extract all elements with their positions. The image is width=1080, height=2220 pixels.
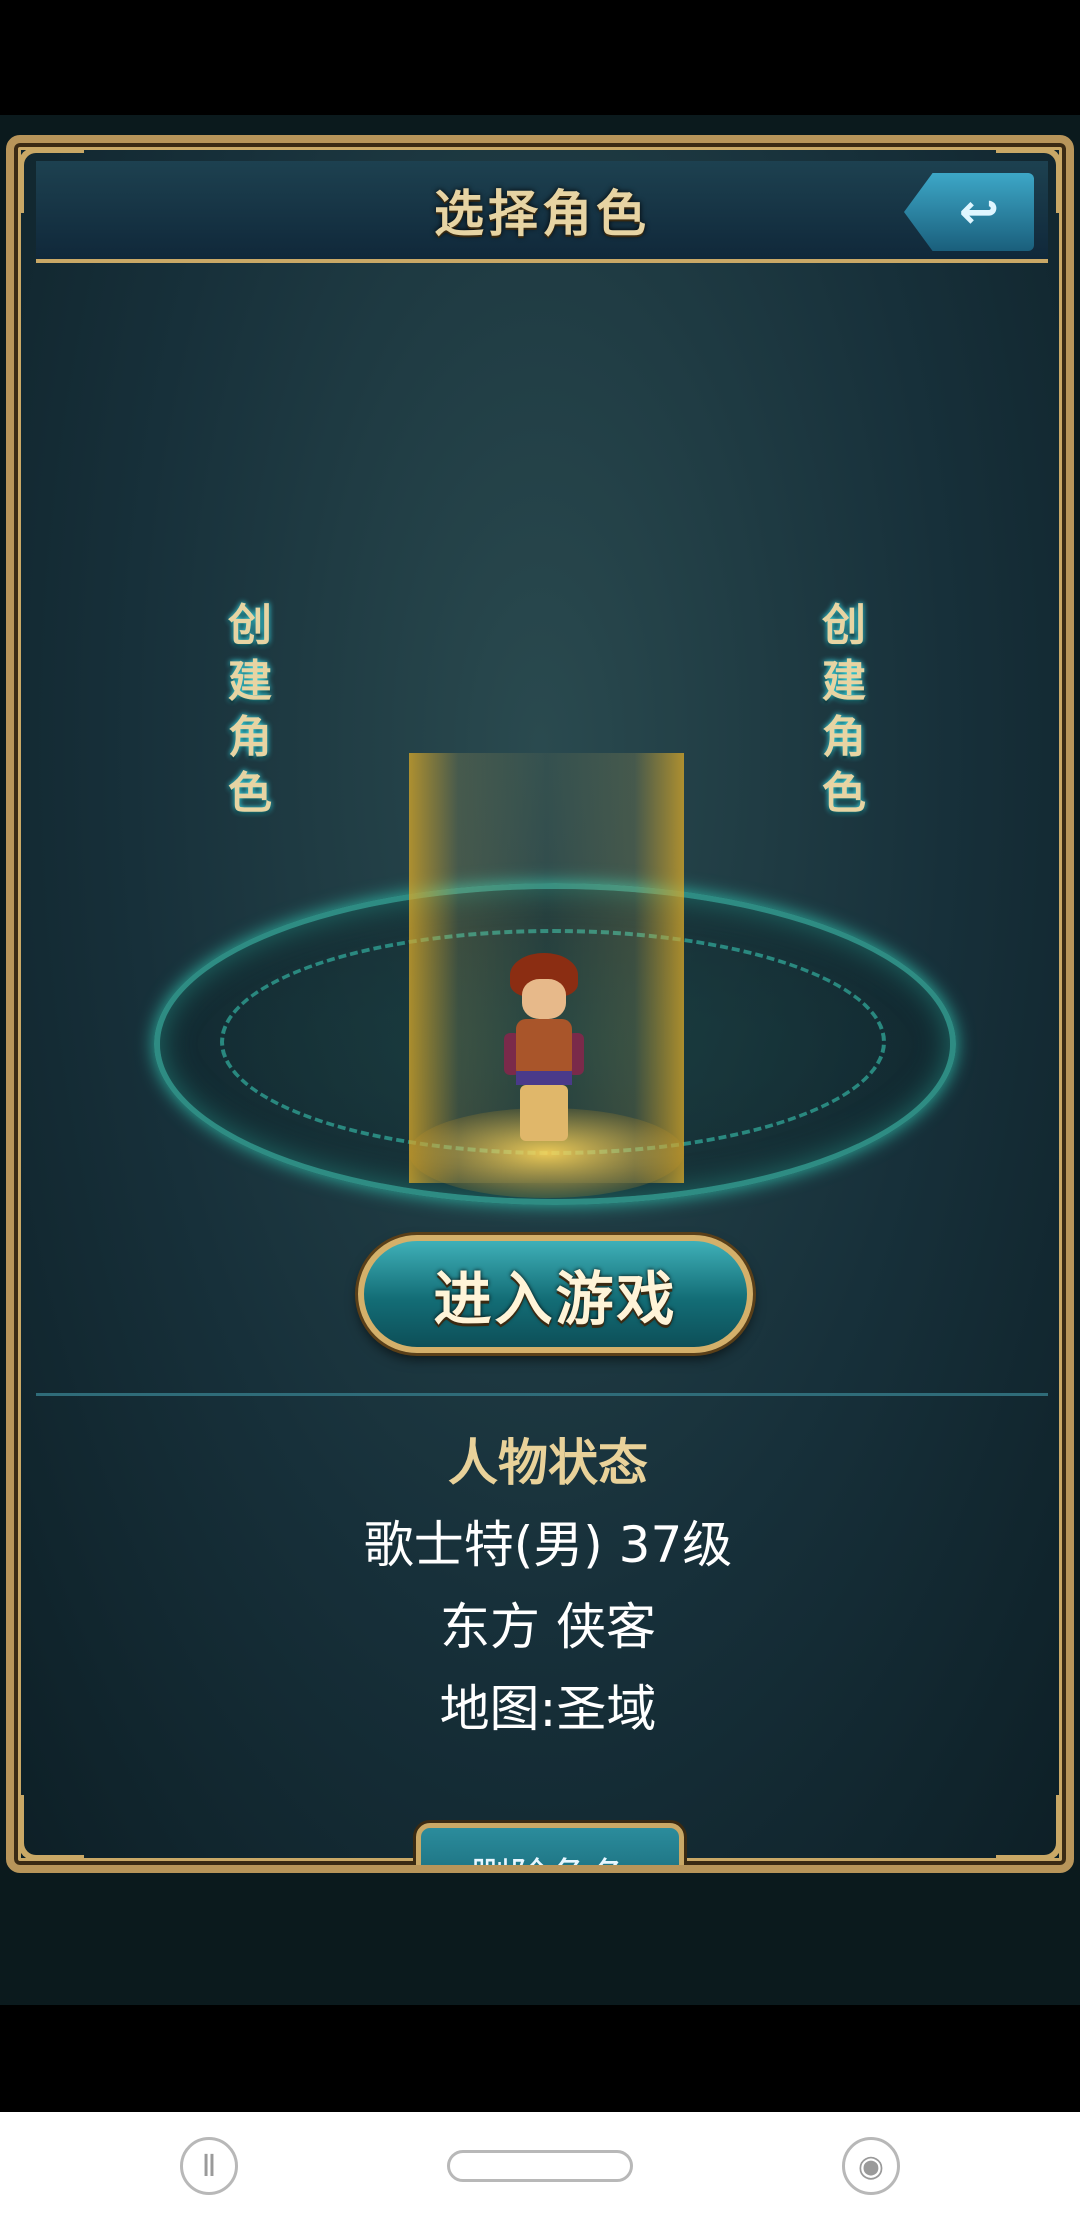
frame-corner [18,1795,84,1861]
delete-character-button[interactable]: 删除角色 [416,1823,684,1865]
frame-corner [996,1795,1062,1861]
back-arrow-icon: ↩ [958,184,1000,240]
panel-header: 选择角色 ↩ [36,161,1048,263]
enter-game-button[interactable]: 进入游戏 [358,1235,753,1353]
character-belt [516,1071,572,1085]
create-slot-char: 建 [822,656,866,707]
character-body [516,1019,572,1079]
character-legs [520,1085,568,1141]
character-class: 东方 侠客 [440,1598,656,1656]
create-character-slot-right[interactable]: 创 建 角 色 [814,598,874,822]
enter-game-label: 进入游戏 [433,1265,678,1333]
page-title: 选择角色 [434,185,650,243]
create-slot-char: 角 [822,712,866,763]
status-title: 人物状态 [448,1434,648,1492]
create-character-slot-left[interactable]: 创 建 角 色 [220,598,280,822]
selected-character-sprite[interactable] [504,953,584,1153]
assistant-icon[interactable]: ◉ [842,2137,900,2195]
back-button[interactable]: ↩ [904,173,1034,251]
home-pill[interactable] [447,2150,633,2182]
create-slot-char: 角 [228,712,272,763]
character-name-level: 歌士特(男) 37级 [363,1516,733,1574]
create-slot-char: 色 [228,768,272,819]
system-nav-bar: Ⅱ ◉ [0,2112,1080,2220]
create-slot-char: 创 [228,600,272,651]
app-switch-icon[interactable]: Ⅱ [180,2137,238,2195]
create-slot-char: 建 [228,656,272,707]
create-slot-char: 色 [822,768,866,819]
character-select-panel: 选择角色 ↩ 创 建 角 色 创 建 角 色 进入游戏 人物状态 歌士特(男) … [6,135,1074,1873]
create-slot-char: 创 [822,600,866,651]
delete-character-label: 删除角色 [470,1845,630,1865]
divider [36,1393,1048,1396]
character-map: 地图:圣域 [439,1680,657,1738]
character-head [522,979,566,1019]
